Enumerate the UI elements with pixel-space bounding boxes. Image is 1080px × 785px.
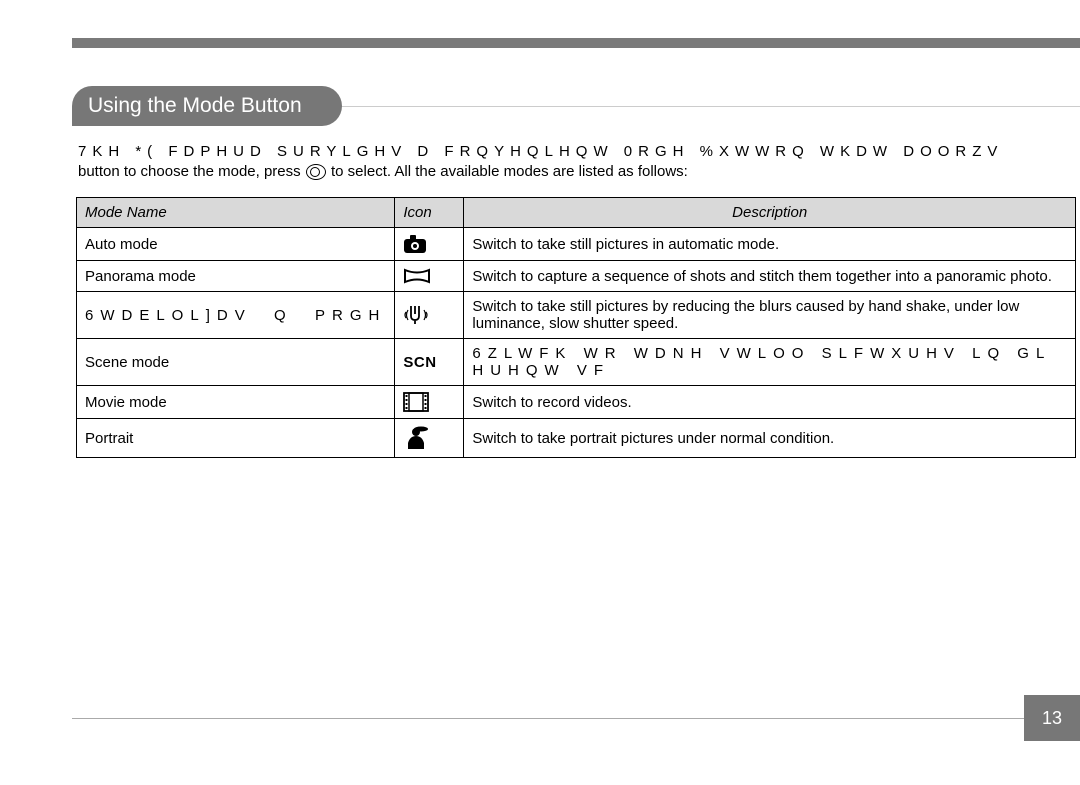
table-row: Scene mode SCN 6ZLWFK WR WDNH VWLOO SLFW…: [77, 339, 1076, 386]
mode-name-cell: Scene mode: [77, 339, 395, 386]
intro-line-2: button to choose the mode, press to sele…: [78, 162, 1080, 182]
intro-line-2a: button to choose the mode, press: [78, 163, 301, 180]
header-stripe: [72, 38, 1080, 48]
intro-text: 7KH *( FDPHUD SURYLGHV D FRQYHQLHQW 0RGH…: [78, 142, 1080, 181]
table-row: Portrait Switch to take portrait picture…: [77, 419, 1076, 458]
table-row: 6WDELOL]DV Q PRGH Switch to take still p…: [77, 292, 1076, 339]
mode-icon-cell: [395, 419, 464, 458]
mode-desc-cell: Switch to take still pictures by reducin…: [464, 292, 1076, 339]
film-icon: [403, 392, 429, 412]
panorama-icon: [403, 267, 431, 285]
mode-icon-cell: [395, 386, 464, 419]
table-row: Movie mode Switch to record videos.: [77, 386, 1076, 419]
stabilize-icon: [403, 302, 429, 328]
section-title: Using the Mode Button: [72, 86, 342, 126]
mode-name-cell: Auto mode: [77, 228, 395, 261]
mode-desc-cell: Switch to take still pictures in automat…: [464, 228, 1076, 261]
portrait-icon: [403, 425, 429, 451]
mode-icon-cell: [395, 261, 464, 292]
table-row: Auto mode Switch to take still pictures …: [77, 228, 1076, 261]
footer-divider: [72, 718, 1080, 719]
mode-icon-cell: SCN: [395, 339, 464, 386]
table-header-row: Mode Name Icon Description: [77, 198, 1076, 228]
page: Using the Mode Button 7KH *( FDPHUD SURY…: [0, 0, 1080, 785]
table-row: Panorama mode Switch to capture a sequen…: [77, 261, 1076, 292]
page-number: 13: [1024, 695, 1080, 741]
mode-name-cell: 6WDELOL]DV Q PRGH: [77, 292, 395, 339]
scn-icon: SCN: [403, 354, 436, 371]
mode-name-cell: Portrait: [77, 419, 395, 458]
mode-table: Mode Name Icon Description Auto mode Swi…: [76, 197, 1076, 458]
mode-desc-cell: 6ZLWFK WR WDNH VWLOO SLFWXUHV LQ GL HUHQ…: [464, 339, 1076, 386]
func-button-icon: [306, 164, 326, 180]
intro-line-2b: to select. All the available modes are l…: [331, 163, 688, 180]
header-icon: Icon: [395, 198, 464, 228]
mode-desc-cell: Switch to capture a sequence of shots an…: [464, 261, 1076, 292]
header-mode-name: Mode Name: [77, 198, 395, 228]
mode-icon-cell: [395, 228, 464, 261]
camera-icon: [403, 234, 427, 254]
mode-name-cell: Movie mode: [77, 386, 395, 419]
mode-icon-cell: [395, 292, 464, 339]
mode-desc-cell: Switch to take portrait pictures under n…: [464, 419, 1076, 458]
intro-line-1: 7KH *( FDPHUD SURYLGHV D FRQYHQLHQW 0RGH…: [78, 142, 1080, 162]
header-description: Description: [464, 198, 1076, 228]
mode-desc-cell: Switch to record videos.: [464, 386, 1076, 419]
mode-name-cell: Panorama mode: [77, 261, 395, 292]
